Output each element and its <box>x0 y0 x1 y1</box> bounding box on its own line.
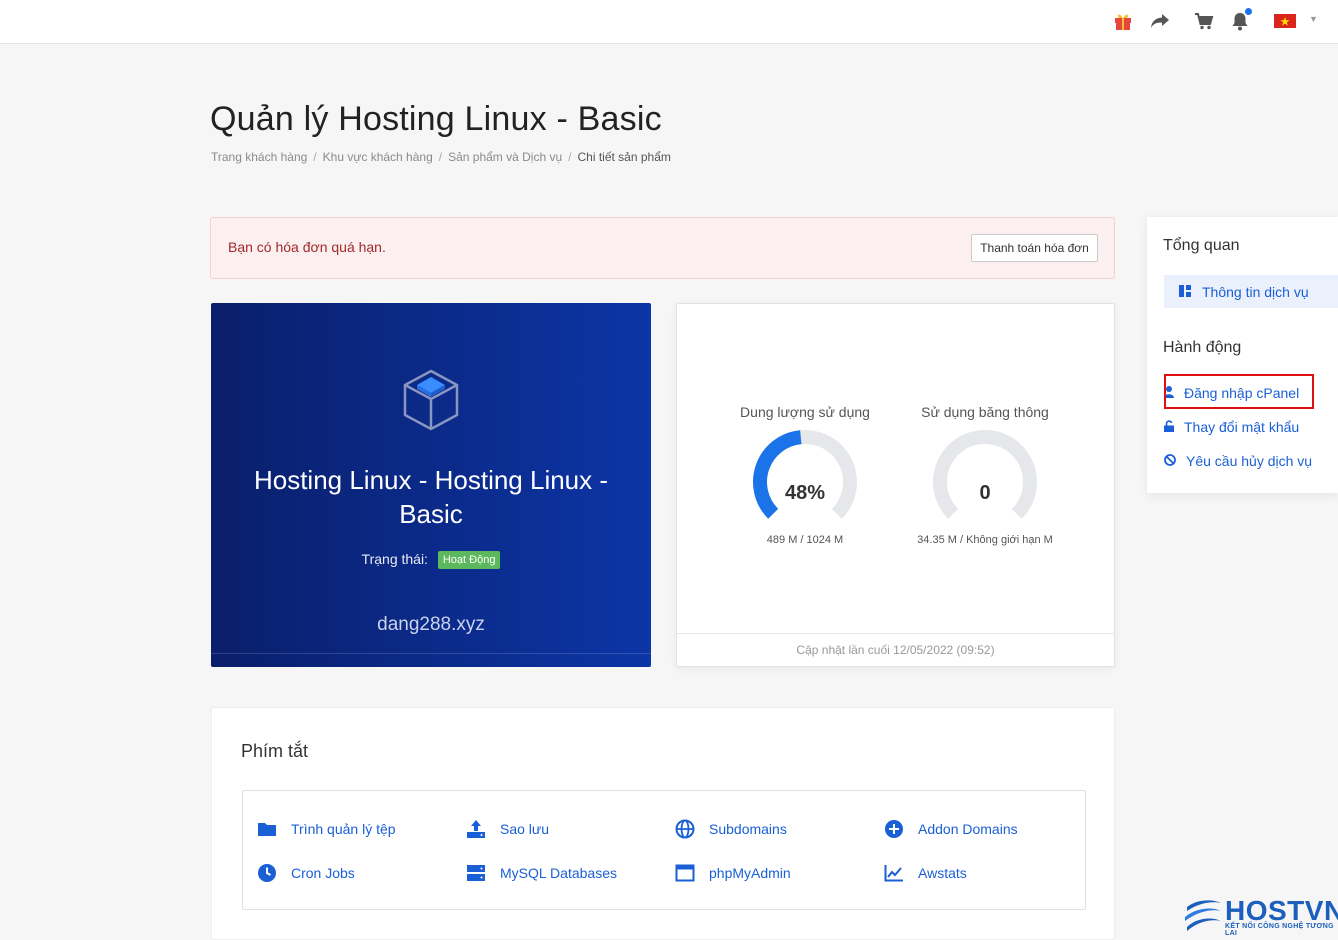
status-row: Trạng thái: Hoạt Động <box>211 551 651 569</box>
notification-dot <box>1245 8 1252 15</box>
gauge-title: Sử dụng băng thông <box>921 404 1049 420</box>
alert-message: Bạn có hóa đơn quá hạn. <box>228 239 386 255</box>
actions-heading: Hành động <box>1163 339 1242 356</box>
gauge-title: Dung lượng sử dụng <box>740 404 870 420</box>
gauge-detail: 34.35 M / Không giới hạn M <box>917 534 1053 546</box>
last-updated: Cập nhật lần cuối 12/05/2022 (09:52) <box>677 633 1114 666</box>
shortcuts-title: Phím tắt <box>241 741 309 761</box>
breadcrumb-separator: / <box>568 150 572 164</box>
breadcrumb-item[interactable]: Trang khách hàng <box>211 150 307 164</box>
breadcrumb-separator: / <box>438 150 443 164</box>
gauge-value: 0 <box>979 482 991 504</box>
cancel-service-link[interactable]: Yêu cầu hủy dịch vụ <box>1164 453 1312 469</box>
gauge-detail: 489 M / 1024 M <box>766 534 844 546</box>
card-divider <box>211 653 651 667</box>
shortcut-awstats[interactable]: Awstats <box>884 863 967 883</box>
chevron-down-icon[interactable]: ▼ <box>1309 14 1318 24</box>
dashboard-icon <box>1179 284 1191 300</box>
usage-card: Dung lượng sử dụng 48% 489 M / 1024 M Sử… <box>676 303 1115 667</box>
shortcut-label: Subdomains <box>709 821 787 837</box>
shortcut-backup[interactable]: Sao lưu <box>466 819 549 839</box>
shortcut-cron-jobs[interactable]: Cron Jobs <box>257 863 355 883</box>
shortcut-label: Awstats <box>918 865 967 881</box>
breadcrumb-separator: / <box>313 150 317 164</box>
bandwidth-gauge-chart <box>933 430 1037 519</box>
logo-swoosh-icon <box>1183 897 1223 938</box>
status-badge: Hoạt Động <box>437 551 501 569</box>
overdue-invoice-alert: Bạn có hóa đơn quá hạn. Thanh toán hóa đ… <box>210 217 1115 279</box>
hostvn-logo: HOSTVN KẾT NỐI CÔNG NGHỆ TƯƠNG LAI <box>1183 893 1338 940</box>
vietnam-flag-icon[interactable] <box>1273 10 1297 32</box>
disk-usage-gauge: Dung lượng sử dụng 48% 489 M / 1024 M <box>725 404 885 546</box>
window-icon <box>675 863 695 883</box>
shortcut-phpmyadmin[interactable]: phpMyAdmin <box>675 863 791 883</box>
product-domain: dang288.xyz <box>377 614 485 635</box>
sidebar-item-service-info[interactable]: Thông tin dịch vụ <box>1164 275 1338 308</box>
gauge-value: 48% <box>784 482 826 504</box>
clock-icon <box>257 863 277 883</box>
shortcut-file-manager[interactable]: Trình quản lý tệp <box>257 819 396 839</box>
cart-icon[interactable] <box>1192 10 1216 32</box>
shortcut-label: Addon Domains <box>918 821 1018 837</box>
line-chart-icon <box>884 863 904 883</box>
shortcut-label: Trình quản lý tệp <box>291 821 396 837</box>
unlock-icon <box>1164 419 1174 435</box>
shortcut-subdomains[interactable]: Subdomains <box>675 819 787 839</box>
page-title: Quản lý Hosting Linux - Basic <box>210 100 662 138</box>
logo-tagline: KẾT NỐI CÔNG NGHỆ TƯƠNG LAI <box>1225 923 1334 937</box>
breadcrumb-item[interactable]: Khu vực khách hàng <box>323 150 433 164</box>
disk-gauge-chart <box>753 430 857 519</box>
action-label: Thay đổi mật khẩu <box>1184 419 1300 435</box>
database-icon <box>466 863 486 883</box>
top-navbar: ▼ <box>0 0 1338 44</box>
overview-heading: Tổng quan <box>1163 237 1240 254</box>
service-sidebar: Tổng quan Thông tin dịch vụ Hành động Đă… <box>1147 217 1338 493</box>
action-label: Yêu cầu hủy dịch vụ <box>1186 453 1313 469</box>
shortcut-mysql-databases[interactable]: MySQL Databases <box>466 863 617 883</box>
folder-icon <box>257 819 277 839</box>
plus-circle-icon <box>884 819 904 839</box>
sidebar-item-label: Thông tin dịch vụ <box>1202 283 1309 300</box>
shortcut-addon-domains[interactable]: Addon Domains <box>884 819 1018 839</box>
status-label: Trạng thái: <box>361 551 428 567</box>
shortcuts-panel: Phím tắt Trình quản lý tệp Sao lưu Subdo… <box>211 707 1115 940</box>
shortcuts-grid: Trình quản lý tệp Sao lưu Subdomains Add… <box>242 790 1086 910</box>
shortcut-label: Sao lưu <box>500 821 550 837</box>
bell-icon[interactable] <box>1228 8 1252 32</box>
highlight-box <box>1164 374 1314 409</box>
upload-icon <box>466 819 486 839</box>
change-password-link[interactable]: Thay đổi mật khẩu <box>1164 419 1299 435</box>
breadcrumb: Trang khách hàng / Khu vực khách hàng / … <box>211 150 671 164</box>
shortcut-label: MySQL Databases <box>500 865 617 881</box>
globe-icon <box>675 819 695 839</box>
shortcut-label: Cron Jobs <box>291 865 355 881</box>
pay-invoice-button[interactable]: Thanh toán hóa đơn <box>971 234 1098 262</box>
breadcrumb-current: Chi tiết sản phẩm <box>577 150 671 164</box>
shortcut-label: phpMyAdmin <box>709 865 791 881</box>
product-name: Hosting Linux - Hosting Linux - Basic <box>253 465 609 529</box>
product-card: Hosting Linux - Hosting Linux - Basic Tr… <box>211 303 651 667</box>
cube-icon <box>401 367 461 436</box>
gift-icon[interactable] <box>1111 10 1135 32</box>
share-icon[interactable] <box>1148 10 1172 32</box>
bandwidth-usage-gauge: Sử dụng băng thông 0 34.35 M / Không giớ… <box>905 404 1065 546</box>
ban-icon <box>1164 453 1176 469</box>
breadcrumb-item[interactable]: Sản phẩm và Dịch vụ <box>448 150 562 164</box>
